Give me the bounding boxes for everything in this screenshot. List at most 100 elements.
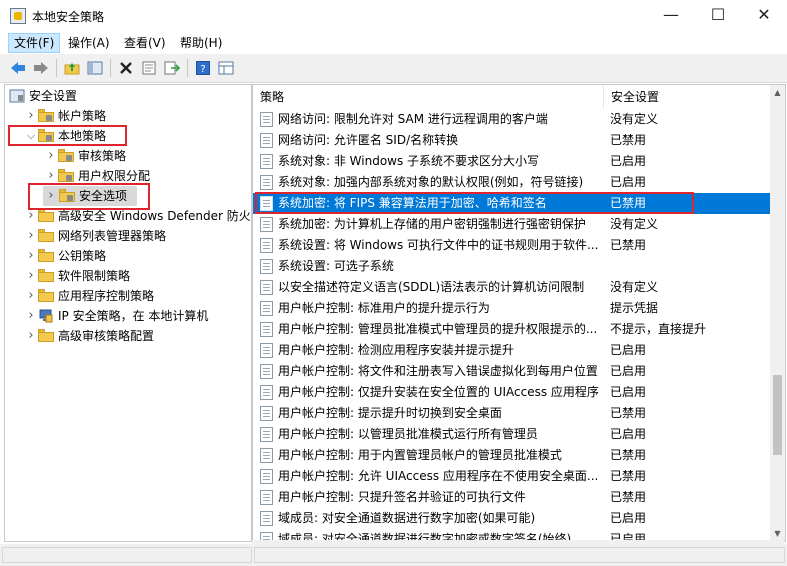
tree-item[interactable]: › 应用程序控制策略 [5,286,251,306]
column-header-setting[interactable]: 安全设置 [604,85,770,109]
table-row[interactable]: 用户帐户控制: 用于内置管理员帐户的管理员批准模式 已禁用 [253,445,771,466]
table-row[interactable]: 用户帐户控制: 将文件和注册表写入错误虚拟化到每用户位置 已启用 [253,361,771,382]
expand-arrow-icon[interactable]: › [25,206,37,226]
policy-setting: 没有定义 [610,217,659,231]
policy-name: 网络访问: 限制允许对 SAM 进行远程调用的客户端 [278,112,548,126]
expand-arrow-icon[interactable]: › [25,226,37,246]
tree-pane: 安全设置 › 帐户策略 ⌵ 本地策略 › 审核策略 › 用户权限分配 › 安全选项 › 高级安全 Win… [4,84,252,542]
policy-setting: 已禁用 [610,238,647,252]
help-icon[interactable]: ? [193,58,213,78]
policy-setting: 已禁用 [610,448,647,462]
table-row[interactable]: 用户帐户控制: 检测应用程序安装并提示提升 已启用 [253,340,771,361]
status-segment [254,547,785,563]
policy-setting: 提示凭据 [610,301,659,315]
policy-name: 用户帐户控制: 将文件和注册表写入错误虚拟化到每用户位置 [278,364,598,378]
menu-file[interactable]: 文件(F) [8,33,61,53]
policy-setting: 已禁用 [610,196,647,210]
tree-item[interactable]: › 公钥策略 [5,246,251,266]
expand-arrow-icon[interactable]: › [45,166,57,186]
close-button[interactable]: ✕ [741,0,787,32]
svg-text:?: ? [200,64,205,75]
policy-setting: 已启用 [610,511,647,525]
policy-name: 用户帐户控制: 只提升签名并验证的可执行文件 [278,490,526,504]
show-tree-icon[interactable] [85,58,105,78]
table-row[interactable]: 以安全描述符定义语言(SDDL)语法表示的计算机访问限制 没有定义 [253,277,771,298]
collapse-arrow-icon[interactable]: ⌵ [25,126,37,146]
toolbar-separator [110,59,111,77]
table-row[interactable]: 用户帐户控制: 只提升签名并验证的可执行文件 已禁用 [253,487,771,508]
delete-icon[interactable] [116,58,136,78]
expand-arrow-icon[interactable]: › [25,286,37,306]
folder-icon [38,329,54,342]
table-row[interactable]: 用户帐户控制: 管理员批准模式中管理员的提升权限提示的... 不提示，直接提升 [253,319,771,340]
table-row[interactable]: 系统设置: 将 Windows 可执行文件中的证书规则用于软件... 已禁用 [253,235,771,256]
tree-item[interactable]: › 安全选项 [43,186,137,206]
window-title: 本地安全策略 [32,10,105,24]
table-row[interactable]: 系统加密: 为计算机上存储的用户密钥强制进行强密钥保护 没有定义 [253,214,771,235]
table-row[interactable]: 系统设置: 可选子系统 [253,256,771,277]
minimize-button[interactable]: — [648,0,694,32]
policy-icon [260,511,273,526]
tree-item[interactable]: ⌵ 本地策略 [5,126,251,146]
table-row[interactable]: 用户帐户控制: 允许 UIAccess 应用程序在不使用安全桌面... 已禁用 [253,466,771,487]
table-row[interactable]: 用户帐户控制: 以管理员批准模式运行所有管理员 已启用 [253,424,771,445]
expand-arrow-icon[interactable]: › [45,146,57,166]
scroll-up-icon[interactable]: ▲ [770,85,785,100]
properties-icon[interactable] [139,58,159,78]
up-folder-icon[interactable] [62,58,82,78]
table-row[interactable]: 系统对象: 非 Windows 子系统不要求区分大小写 已启用 [253,151,771,172]
tree-item[interactable]: › 软件限制策略 [5,266,251,286]
menu-view[interactable]: 查看(V) [119,34,171,52]
expand-arrow-icon[interactable]: › [25,246,37,266]
policy-name: 用户帐户控制: 提示提升时切换到安全桌面 [278,406,502,420]
export-icon[interactable] [162,58,182,78]
expand-arrow-icon[interactable]: › [45,186,57,206]
policy-setting: 已启用 [610,427,647,441]
table-row[interactable]: 系统加密: 将 FIPS 兼容算法用于加密、哈希和签名 已禁用 [253,193,771,214]
forward-icon[interactable] [31,58,51,78]
table-row[interactable]: 用户帐户控制: 标准用户的提升提示行为 提示凭据 [253,298,771,319]
column-header-policy[interactable]: 策略 [253,85,603,109]
policy-icon [260,175,273,190]
tree-item-label: 安全设置 [29,89,78,103]
tree-item[interactable]: › 用户权限分配 [5,166,251,186]
expand-arrow-icon[interactable]: › [25,106,37,126]
tree-item[interactable]: › 网络列表管理器策略 [5,226,251,246]
folder-icon [58,149,74,162]
tree-item[interactable]: › 高级审核策略配置 [5,326,251,346]
policy-name: 用户帐户控制: 仅提升安装在安全位置的 UIAccess 应用程序 [278,385,599,399]
table-row[interactable]: 域成员: 对安全通道数据进行数字加密(如果可能) 已启用 [253,508,771,529]
policy-name: 域成员: 对安全通道数据进行数字加密(如果可能) [278,511,536,525]
menu-bar: 文件(F) 操作(A) 查看(V) 帮助(H) [0,32,787,54]
expand-arrow-icon[interactable]: › [25,306,37,326]
expand-arrow-icon[interactable]: › [25,266,37,286]
expand-arrow-icon[interactable]: › [25,326,37,346]
policy-setting: 已启用 [610,385,647,399]
table-row[interactable]: 网络访问: 限制允许对 SAM 进行远程调用的客户端 没有定义 [253,109,771,130]
menu-action[interactable]: 操作(A) [63,34,115,52]
view-icon[interactable] [216,58,236,78]
scroll-thumb[interactable] [773,375,782,455]
policy-icon [260,469,273,484]
table-row[interactable]: 用户帐户控制: 提示提升时切换到安全桌面 已禁用 [253,403,771,424]
folder-icon [38,209,54,222]
back-icon[interactable] [8,58,28,78]
table-row[interactable]: 网络访问: 允许匿名 SID/名称转换 已禁用 [253,130,771,151]
tree-item[interactable]: › 帐户策略 [5,106,251,126]
tree-item[interactable]: 安全设置 [5,86,251,106]
folder-icon [38,109,54,122]
maximize-button[interactable]: ☐ [695,0,741,32]
menu-help[interactable]: 帮助(H) [175,34,227,52]
folder-icon [59,189,75,202]
policy-name: 系统设置: 将 Windows 可执行文件中的证书规则用于软件... [278,238,599,252]
table-row[interactable]: 用户帐户控制: 仅提升安装在安全位置的 UIAccess 应用程序 已启用 [253,382,771,403]
vertical-scrollbar[interactable]: ▲ ▼ [770,85,785,541]
toolbar-separator [56,59,57,77]
table-row[interactable]: 系统对象: 加强内部系统对象的默认权限(例如，符号链接) 已启用 [253,172,771,193]
policy-name: 用户帐户控制: 检测应用程序安装并提示提升 [278,343,514,357]
tree-item[interactable]: › 高级安全 Windows Defender 防火墙 [5,206,251,226]
scroll-down-icon[interactable]: ▼ [770,526,785,541]
tree-item[interactable]: › IP 安全策略，在 本地计算机 [5,306,251,326]
tree-item-label: 本地策略 [58,129,107,143]
tree-item[interactable]: › 审核策略 [5,146,251,166]
